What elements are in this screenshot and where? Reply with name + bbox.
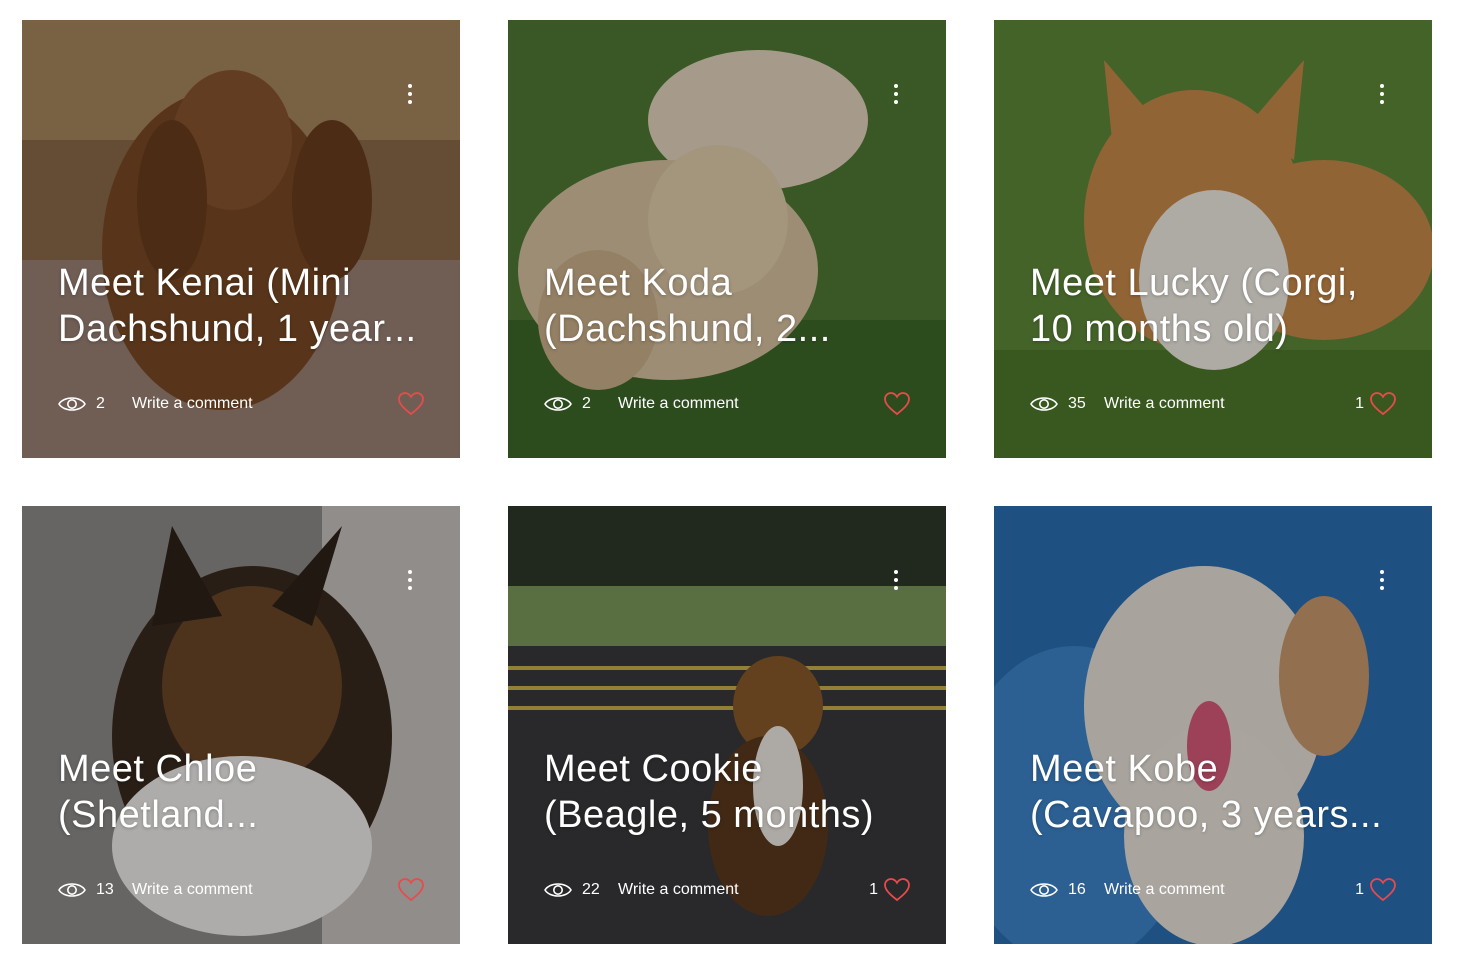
- view-count: 16: [1068, 881, 1086, 898]
- post-card[interactable]: Meet Chloe (Shetland... 13 Write a comme…: [22, 506, 460, 944]
- post-title[interactable]: Meet Kobe (Cavapoo, 3 years...: [1030, 746, 1410, 838]
- post-title[interactable]: Meet Kenai (Mini Dachshund, 1 year...: [58, 260, 438, 352]
- like-area[interactable]: 1: [869, 878, 910, 902]
- more-options-icon[interactable]: [400, 568, 420, 592]
- view-counter: 2: [58, 395, 118, 413]
- heart-icon[interactable]: [1370, 878, 1396, 902]
- view-counter: 13: [58, 881, 118, 899]
- more-options-icon[interactable]: [886, 82, 906, 106]
- post-card[interactable]: Meet Cookie (Beagle, 5 months) 22 Write …: [508, 506, 946, 944]
- view-count: 13: [96, 881, 114, 898]
- like-area[interactable]: [878, 392, 910, 416]
- like-area[interactable]: [392, 392, 424, 416]
- post-title[interactable]: Meet Koda (Dachshund, 2...: [544, 260, 924, 352]
- view-counter: 35: [1030, 395, 1090, 413]
- write-comment-link[interactable]: Write a comment: [618, 395, 739, 413]
- like-area[interactable]: [392, 878, 424, 902]
- more-options-icon[interactable]: [1372, 568, 1392, 592]
- view-count: 2: [96, 395, 105, 412]
- post-footer: 22 Write a comment 1: [544, 876, 910, 904]
- post-card[interactable]: Meet Lucky (Corgi, 10 months old) 35 Wri…: [994, 20, 1432, 458]
- view-counter: 22: [544, 881, 604, 899]
- post-title[interactable]: Meet Chloe (Shetland...: [58, 746, 438, 838]
- write-comment-link[interactable]: Write a comment: [1104, 881, 1225, 899]
- heart-icon[interactable]: [398, 878, 424, 902]
- like-area[interactable]: 1: [1355, 392, 1396, 416]
- eye-icon: [544, 397, 572, 411]
- view-count: 2: [582, 395, 591, 412]
- post-card[interactable]: Meet Koda (Dachshund, 2... 2 Write a com…: [508, 20, 946, 458]
- eye-icon: [1030, 883, 1058, 897]
- heart-icon[interactable]: [884, 878, 910, 902]
- write-comment-link[interactable]: Write a comment: [1104, 395, 1225, 413]
- like-count: 1: [1355, 395, 1364, 412]
- post-title[interactable]: Meet Lucky (Corgi, 10 months old): [1030, 260, 1410, 352]
- post-footer: 2 Write a comment: [58, 390, 424, 418]
- eye-icon: [58, 397, 86, 411]
- like-area[interactable]: 1: [1355, 878, 1396, 902]
- post-footer: 2 Write a comment: [544, 390, 910, 418]
- heart-icon[interactable]: [1370, 392, 1396, 416]
- post-card[interactable]: Meet Kobe (Cavapoo, 3 years... 16 Write …: [994, 506, 1432, 944]
- eye-icon: [1030, 397, 1058, 411]
- post-footer: 35 Write a comment 1: [1030, 390, 1396, 418]
- write-comment-link[interactable]: Write a comment: [618, 881, 739, 899]
- post-footer: 16 Write a comment 1: [1030, 876, 1396, 904]
- heart-icon[interactable]: [884, 392, 910, 416]
- more-options-icon[interactable]: [400, 82, 420, 106]
- write-comment-link[interactable]: Write a comment: [132, 881, 253, 899]
- post-title[interactable]: Meet Cookie (Beagle, 5 months): [544, 746, 924, 838]
- write-comment-link[interactable]: Write a comment: [132, 395, 253, 413]
- heart-icon[interactable]: [398, 392, 424, 416]
- more-options-icon[interactable]: [1372, 82, 1392, 106]
- like-count: 1: [869, 881, 878, 898]
- view-counter: 16: [1030, 881, 1090, 899]
- post-footer: 13 Write a comment: [58, 876, 424, 904]
- more-options-icon[interactable]: [886, 568, 906, 592]
- post-card[interactable]: Meet Kenai (Mini Dachshund, 1 year... 2 …: [22, 20, 460, 458]
- view-count: 35: [1068, 395, 1086, 412]
- like-count: 1: [1355, 881, 1364, 898]
- view-count: 22: [582, 881, 600, 898]
- eye-icon: [544, 883, 572, 897]
- eye-icon: [58, 883, 86, 897]
- view-counter: 2: [544, 395, 604, 413]
